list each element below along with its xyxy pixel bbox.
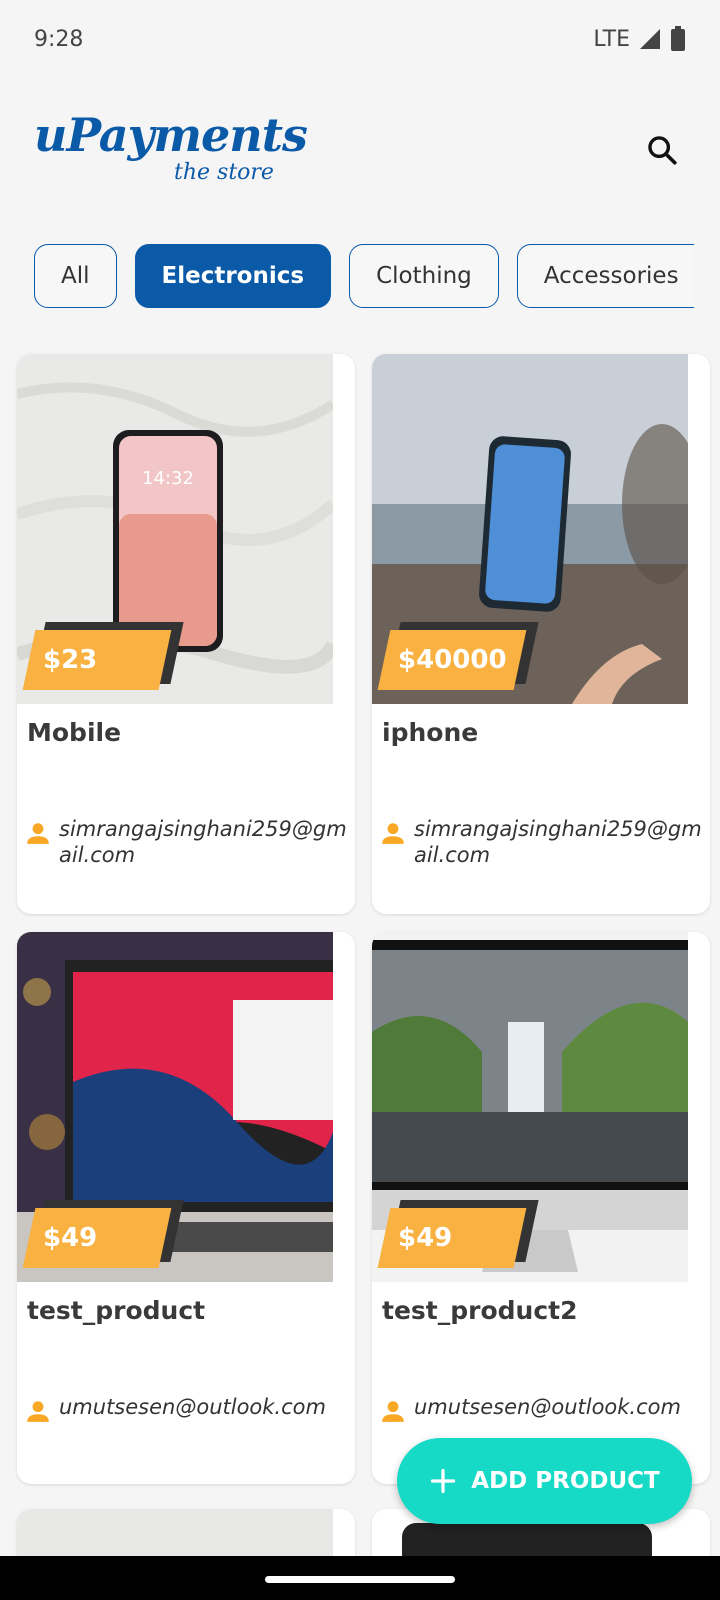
person-icon	[382, 1401, 404, 1422]
status-bar: 9:28 LTE	[0, 0, 720, 78]
product-title: test_product	[27, 1296, 206, 1325]
system-nav-bar	[0, 1556, 720, 1600]
person-icon	[382, 823, 404, 844]
person-icon	[27, 1401, 49, 1422]
product-title: Mobile	[27, 718, 122, 747]
product-owner: umutsesen@outlook.com	[380, 1394, 710, 1424]
product-owner: simrangajsinghani259@gmail.com	[380, 816, 710, 868]
category-chip-clothing[interactable]: Clothing	[349, 244, 499, 308]
plus-icon	[431, 1468, 456, 1494]
signal-icon	[640, 29, 660, 49]
price-tag: $40000	[377, 622, 539, 692]
home-gesture-handle[interactable]	[265, 1576, 455, 1583]
price-label: $49	[398, 1223, 453, 1253]
price-label: $49	[43, 1223, 98, 1253]
logo-sub-text: the store	[174, 160, 274, 185]
add-product-button[interactable]: ADD PRODUCT	[397, 1438, 692, 1524]
network-label: LTE	[593, 26, 630, 52]
product-title: iphone	[382, 718, 479, 747]
category-chip-all[interactable]: All	[34, 244, 117, 308]
svg-text:14:32: 14:32	[142, 468, 194, 489]
product-card[interactable]: $40000 iphone simrangajsinghani259@gmail…	[372, 354, 710, 914]
logo: uPayments the store	[34, 108, 308, 198]
owner-email: umutsesen@outlook.com	[414, 1395, 681, 1419]
category-chip-electronics[interactable]: Electronics	[134, 244, 332, 308]
person-icon	[27, 823, 49, 844]
product-card[interactable]: $49 test_product2 umutsesen@outlook.com	[372, 932, 710, 1484]
price-tag: $23	[22, 622, 184, 692]
category-filter: All Electronics Clothing Accessories	[34, 244, 694, 310]
price-label: $40000	[398, 645, 507, 675]
price-label: $23	[43, 645, 98, 675]
owner-email: umutsesen@outlook.com	[59, 1395, 326, 1419]
battery-icon	[671, 26, 685, 51]
status-icons: LTE	[593, 26, 686, 52]
status-time: 9:28	[34, 26, 84, 52]
add-product-label: ADD PRODUCT	[471, 1468, 660, 1494]
product-title: test_product2	[382, 1296, 578, 1325]
product-owner: simrangajsinghani259@gmail.com	[25, 816, 355, 868]
owner-email: simrangajsinghani259@gmail.com	[414, 817, 702, 867]
product-owner: umutsesen@outlook.com	[25, 1394, 355, 1424]
app-header: uPayments the store	[0, 100, 720, 210]
search-button[interactable]	[640, 128, 684, 172]
product-card[interactable]: $49 test_product umutsesen@outlook.com	[17, 932, 355, 1484]
search-icon	[648, 136, 677, 165]
owner-email: simrangajsinghani259@gmail.com	[59, 817, 347, 867]
price-tag: $49	[377, 1200, 539, 1270]
category-chip-accessories[interactable]: Accessories	[516, 244, 694, 308]
price-tag: $49	[22, 1200, 184, 1270]
product-card[interactable]: 14:32 $23 Mobile simrangajsinghani259@gm…	[17, 354, 355, 914]
logo-main-text: uPayments	[34, 108, 308, 162]
